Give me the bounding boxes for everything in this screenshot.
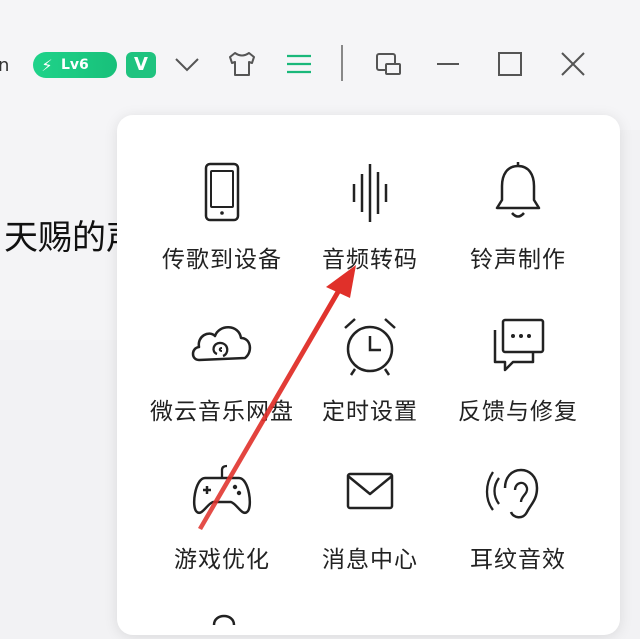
- phone-icon: [187, 160, 257, 230]
- partial-icon: [209, 605, 239, 635]
- feedback-icon: [483, 312, 553, 382]
- waveform-icon: [335, 160, 405, 230]
- alarm-clock-icon: [335, 312, 405, 382]
- gamepad-icon: [187, 460, 257, 530]
- minimize-icon[interactable]: [428, 44, 468, 84]
- song-title: 天赐的声: [4, 218, 130, 258]
- menu-item-label: 耳纹音效: [470, 547, 566, 573]
- bell-icon: [483, 160, 553, 230]
- maximize-icon[interactable]: [490, 44, 530, 84]
- close-icon[interactable]: [553, 44, 593, 84]
- cloud-icon: [187, 312, 257, 382]
- menu-item-earprint-sound[interactable]: 耳纹音效: [428, 460, 608, 590]
- menu-icon[interactable]: [279, 44, 319, 84]
- menu-item-label: 铃声制作: [470, 247, 566, 273]
- mini-mode-icon[interactable]: [368, 44, 408, 84]
- vip-badge[interactable]: V: [126, 52, 156, 78]
- ear-icon: [483, 460, 553, 530]
- menu-item-feedback-repair[interactable]: 反馈与修复: [428, 312, 608, 442]
- envelope-icon: [335, 460, 405, 530]
- skin-shirt-icon[interactable]: [222, 44, 262, 84]
- background-content: 天赐的声: [0, 0, 130, 615]
- menu-item-ringtone-maker[interactable]: 铃声制作: [428, 160, 608, 290]
- chevron-down-icon[interactable]: [167, 44, 207, 84]
- menu-item-label: 反馈与修复: [458, 399, 578, 425]
- toolbar-divider: [341, 45, 343, 81]
- tools-menu: 传歌到设备 音频转码 铃声制作 微云音乐网盘 定时设置 反馈与修复 游戏优化 消…: [117, 115, 620, 635]
